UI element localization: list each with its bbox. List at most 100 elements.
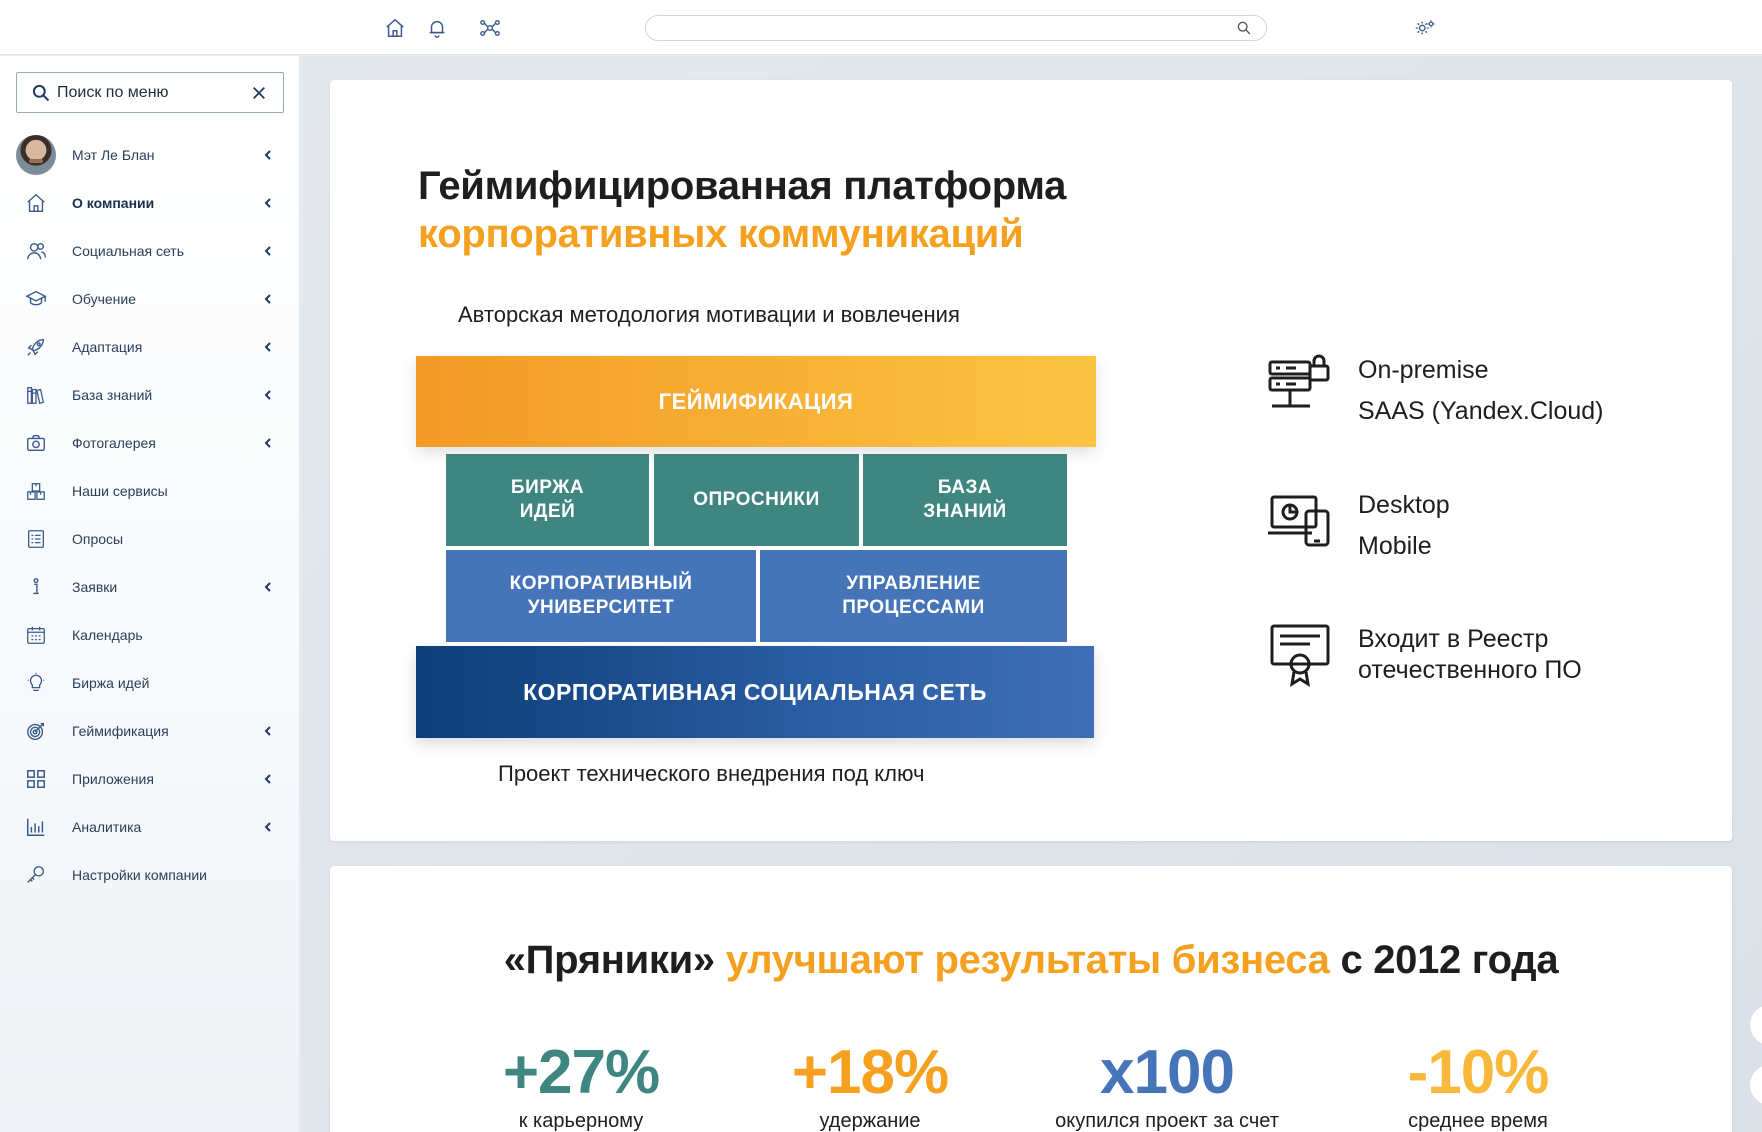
sidebar-item-label: Настройки компании <box>72 867 207 883</box>
block-text: УПРАВЛЕНИЕ <box>846 573 981 594</box>
sidebar-item-requests[interactable]: Заявки <box>0 563 300 611</box>
home-icon <box>24 191 48 215</box>
chevron-left-icon[interactable] <box>262 821 274 833</box>
block-knowledge-base: БАЗА ЗНАНИЙ <box>863 454 1067 546</box>
sidebar-item-user[interactable]: Мэт Ле Блан <box>0 131 300 179</box>
chevron-left-icon[interactable] <box>262 437 274 449</box>
camera-icon <box>24 431 48 455</box>
stat-value: +18% <box>791 1038 949 1107</box>
sidebar-item-label: О компании <box>72 195 155 211</box>
lightbulb-icon <box>24 671 48 695</box>
feature-line: Desktop <box>1358 491 1450 519</box>
sidebar-item-surveys[interactable]: Опросы <box>0 515 300 563</box>
sidebar-item-apps[interactable]: Приложения <box>0 755 300 803</box>
block-ideas-exchange: БИРЖА ИДЕЙ <box>446 454 649 546</box>
hero-title-line2: корпоративных коммуникаций <box>418 212 1024 256</box>
results-title-highlight: улучшают результаты бизнеса <box>725 938 1330 982</box>
stat-value: -10% <box>1407 1038 1550 1107</box>
stat-description: к карьерному <box>518 1110 644 1132</box>
global-search[interactable] <box>645 15 1267 41</box>
stat-value: +27% <box>502 1038 660 1107</box>
block-text: УНИВЕРСИТЕТ <box>527 597 675 618</box>
turnkey-caption: Проект технического внедрения под ключ <box>498 761 925 786</box>
sidebar-item-about[interactable]: О компании <box>0 179 300 227</box>
sidebar-item-social[interactable]: Социальная сеть <box>0 227 300 275</box>
sidebar-item-label: Приложения <box>72 771 154 787</box>
sidebar: Мэт Ле Блан О компании Социальная сеть О… <box>0 56 300 1132</box>
chevron-left-icon[interactable] <box>262 245 274 257</box>
block-surveys: ОПРОСНИКИ <box>654 454 859 546</box>
block-text: КОРПОРАТИВНЫЙ <box>509 573 693 594</box>
block-text: ИДЕЙ <box>519 501 576 522</box>
block-gamification: ГЕЙМИФИКАЦИЯ <box>416 356 1096 447</box>
feature-line: Входит в Реестр <box>1358 625 1549 653</box>
sidebar-item-label: Календарь <box>72 627 143 643</box>
sidebar-item-services[interactable]: Наши сервисы <box>0 467 300 515</box>
sidebar-item-label: Фотогалерея <box>72 435 156 451</box>
block-text: БИРЖА <box>510 477 585 498</box>
block-corporate-social-network: КОРПОРАТИВНАЯ СОЦИАЛЬНАЯ СЕТЬ <box>416 646 1094 738</box>
users-icon <box>24 239 48 263</box>
results-banner: «Пряники» улучшают результаты бизнеса с … <box>330 866 1732 1132</box>
chevron-left-icon[interactable] <box>262 725 274 737</box>
sidebar-item-gamification[interactable]: Геймификация <box>0 707 300 755</box>
sidebar-item-analytics[interactable]: Аналитика <box>0 803 300 851</box>
stat-value: x100 <box>1100 1038 1235 1107</box>
sidebar-item-label: База знаний <box>72 387 153 403</box>
feature-deployment: On-premise SAAS (Yandex.Cloud) <box>1266 350 1726 440</box>
chevron-left-icon[interactable] <box>262 341 274 353</box>
books-icon <box>24 383 48 407</box>
sidebar-item-label: Заявки <box>72 579 118 595</box>
close-icon[interactable] <box>251 85 267 101</box>
feature-line: Mobile <box>1358 532 1432 560</box>
platform-banner: Геймифицированная платформа корпоративны… <box>330 80 1732 841</box>
sidebar-item-label: Обучение <box>72 291 137 307</box>
chevron-left-icon[interactable] <box>262 773 274 785</box>
feature-line: SAAS (Yandex.Cloud) <box>1358 397 1604 425</box>
sidebar-item-label: Социальная сеть <box>72 243 184 259</box>
feature-line: отечественного ПО <box>1358 656 1582 684</box>
chevron-left-icon[interactable] <box>262 389 274 401</box>
sidebar-item-ideas[interactable]: Биржа идей <box>0 659 300 707</box>
stat-description: среднее время <box>1408 1110 1548 1132</box>
sidebar-item-label: Адаптация <box>72 339 143 355</box>
target-icon <box>24 719 48 743</box>
network-icon[interactable] <box>478 16 502 40</box>
feature-line: On-premise <box>1358 356 1489 384</box>
results-title: «Пряники» улучшают результаты бизнеса с … <box>330 938 1732 983</box>
chevron-left-icon[interactable] <box>262 293 274 305</box>
menu-search-input[interactable] <box>57 83 247 102</box>
block-text: ЗНАНИЙ <box>923 501 1007 522</box>
block-corporate-university: КОРПОРАТИВНЫЙ УНИВЕРСИТЕТ <box>446 550 756 642</box>
chevron-left-icon[interactable] <box>262 149 274 161</box>
server-lock-icon <box>1268 354 1330 408</box>
results-title-brand: «Пряники» <box>503 938 715 982</box>
global-search-input[interactable] <box>658 19 1218 37</box>
boxes-icon <box>24 479 48 503</box>
search-icon[interactable] <box>1236 20 1252 36</box>
sidebar-item-company-settings[interactable]: Настройки компании <box>0 851 300 899</box>
menu-search[interactable] <box>16 72 284 113</box>
methodology-caption: Авторская методология мотивации и вовлеч… <box>458 302 960 327</box>
sidebar-item-education[interactable]: Обучение <box>0 275 300 323</box>
block-process-management: УПРАВЛЕНИЕ ПРОЦЕССАМИ <box>760 550 1067 642</box>
top-bar <box>0 0 1762 55</box>
sidebar-item-knowledge-base[interactable]: База знаний <box>0 371 300 419</box>
stat-payback: x100 окупился проект за счет <box>1027 1040 1307 1132</box>
chevron-left-icon[interactable] <box>262 581 274 593</box>
sidebar-item-label: Геймификация <box>72 723 169 739</box>
block-text: БАЗА <box>937 477 993 498</box>
calendar-icon <box>24 623 48 647</box>
sidebar-item-adaptation[interactable]: Адаптация <box>0 323 300 371</box>
settings-gears-icon[interactable] <box>1413 16 1437 40</box>
sidebar-item-calendar[interactable]: Календарь <box>0 611 300 659</box>
chevron-left-icon[interactable] <box>262 197 274 209</box>
avatar <box>16 135 56 175</box>
grid-icon <box>24 767 48 791</box>
certificate-icon <box>1270 624 1330 688</box>
home-icon[interactable] <box>383 16 407 40</box>
bell-icon[interactable] <box>425 16 449 40</box>
stat-average-time: -10% среднее время <box>1338 1040 1618 1132</box>
results-title-since: с 2012 года <box>1340 938 1559 982</box>
sidebar-item-gallery[interactable]: Фотогалерея <box>0 419 300 467</box>
